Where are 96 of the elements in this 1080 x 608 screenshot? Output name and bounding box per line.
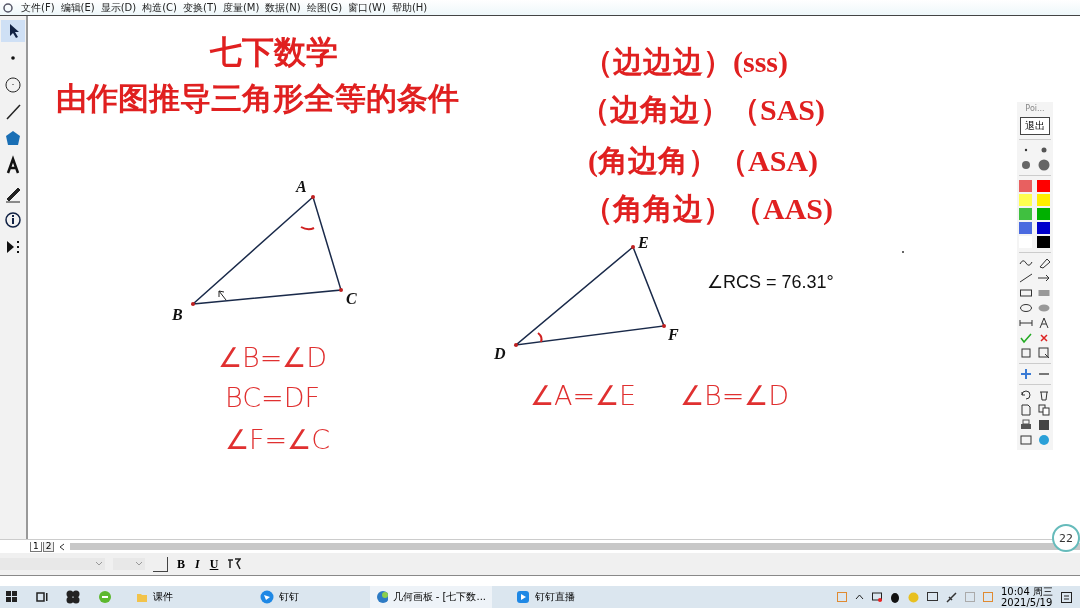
taskbar-item[interactable]: 课件 <box>130 586 212 608</box>
cursor-icon <box>218 290 227 301</box>
format-button[interactable]: I <box>194 556 201 572</box>
vertex-point <box>311 195 315 199</box>
large-dot-icon[interactable] <box>1019 159 1033 171</box>
vertex-point <box>514 343 518 347</box>
handwritten-note: BC=DF <box>225 382 320 413</box>
trash-icon[interactable] <box>1037 389 1051 401</box>
palette-title: Poi... <box>1025 104 1045 113</box>
clock-time[interactable]: 10:04 周三 <box>1001 586 1053 597</box>
congruence-rule: （边边边）(sss) <box>583 44 788 80</box>
eraser-icon[interactable] <box>1037 257 1051 269</box>
clover-icon[interactable] <box>66 590 80 604</box>
zoom-icon[interactable] <box>1037 347 1051 359</box>
menu-item[interactable]: 编辑(E) <box>60 0 95 15</box>
task-view-icon[interactable] <box>36 591 48 603</box>
angle-mark <box>300 226 315 231</box>
color-swatch[interactable] <box>1037 222 1050 234</box>
floating-badge[interactable]: 22 <box>1052 524 1080 552</box>
check-icon[interactable] <box>1019 332 1033 344</box>
menu-item[interactable]: 度量(M) <box>222 0 260 15</box>
handwritten-note: ∠A=∠E <box>530 380 637 411</box>
menu-item[interactable]: 构造(C) <box>142 0 177 15</box>
printer-icon[interactable] <box>1019 419 1033 431</box>
scroll-left-icon[interactable] <box>58 541 67 552</box>
title: 七下数学 <box>210 32 338 73</box>
larger-dot-icon[interactable] <box>1037 159 1051 171</box>
vertex-label: F <box>668 326 679 343</box>
congruence-rule: (角边角）（ASA) <box>588 143 818 179</box>
menu-item[interactable]: 文件(F) <box>21 0 55 15</box>
clock-date[interactable]: 2021/5/19 <box>1001 597 1053 608</box>
screen-icon[interactable] <box>927 592 938 602</box>
segment-icon[interactable] <box>1019 317 1033 329</box>
chat-app-icon[interactable] <box>260 590 274 604</box>
color-swatch[interactable] <box>1037 208 1050 220</box>
format-button[interactable]: B <box>176 556 186 572</box>
vertex-label: A <box>296 178 307 195</box>
color-swatch[interactable] <box>1019 222 1032 234</box>
menu-item[interactable]: 变换(T) <box>183 0 217 15</box>
vertex-point <box>631 245 635 249</box>
menu-item[interactable]: 显示(D) <box>100 0 137 15</box>
page-icon[interactable] <box>1019 404 1033 416</box>
angle-mark <box>537 332 543 343</box>
menu-item[interactable]: 绘图(G) <box>306 0 343 15</box>
taskbar-item[interactable]: 钉钉直播 <box>510 586 612 608</box>
text-icon[interactable] <box>1037 317 1051 329</box>
move-icon[interactable] <box>1019 368 1033 380</box>
format-button[interactable]: U <box>208 556 220 572</box>
menu-item[interactable]: 窗口(W) <box>348 0 386 15</box>
menu-item[interactable]: 数据(N) <box>265 0 301 15</box>
page-tab[interactable]: 1 <box>30 541 42 552</box>
undo-icon[interactable] <box>1019 389 1033 401</box>
monitor-icon[interactable] <box>872 592 882 602</box>
cross-icon[interactable] <box>1037 332 1051 344</box>
line-icon[interactable] <box>1019 272 1033 284</box>
taskbar-item[interactable]: 几何画板 - [七下数... <box>370 586 492 608</box>
vertex-point <box>191 302 195 306</box>
color-swatch[interactable] <box>1037 180 1050 192</box>
vertex-point <box>662 324 666 328</box>
ellipse-icon[interactable] <box>1019 302 1033 314</box>
arrow-tool-icon[interactable] <box>1 20 25 42</box>
horizontal-scrollbar[interactable] <box>70 543 1080 550</box>
color-swatch[interactable] <box>1019 208 1032 220</box>
arrow-icon[interactable] <box>1037 272 1051 284</box>
congruence-rule: （边角边）（SAS) <box>580 92 826 128</box>
curve-icon[interactable] <box>1019 257 1033 269</box>
chevron-up-icon[interactable] <box>855 594 864 600</box>
subtitle: 由作图推导三角形全等的条件 <box>56 79 459 118</box>
color-swatch[interactable] <box>1037 194 1050 206</box>
window-icon[interactable] <box>1019 434 1033 446</box>
handwritten-note: ∠B=∠D <box>680 380 790 411</box>
copy-icon[interactable] <box>1037 404 1051 416</box>
taskbar-item[interactable]: 钉钉 <box>230 586 352 608</box>
color-swatch[interactable] <box>1019 194 1032 206</box>
symbol-icon[interactable] <box>227 557 242 571</box>
page-tab[interactable]: 2 <box>42 541 55 552</box>
congruence-rule: （角角边）（AAS) <box>583 191 833 227</box>
notification-icon[interactable] <box>1061 591 1072 603</box>
exit-button[interactable]: 退出 <box>1020 117 1050 135</box>
rectangle-icon[interactable] <box>1019 287 1033 299</box>
start-icon[interactable] <box>6 591 18 603</box>
handwritten-note: ∠B=∠D <box>218 342 328 373</box>
vertex-label: C <box>346 290 357 307</box>
app-icon[interactable] <box>3 2 13 13</box>
angle-measurement: ∠RCS = 76.31° <box>707 271 834 293</box>
vertex-label: D <box>494 345 506 362</box>
vertex-label: B <box>172 306 183 323</box>
color-button[interactable] <box>153 556 168 572</box>
vertex-point <box>339 288 343 292</box>
sketchpad-app-icon[interactable] <box>376 590 388 604</box>
menu-item[interactable]: 帮助(H) <box>391 0 428 15</box>
vertex-label: E <box>638 234 649 251</box>
color-swatch[interactable] <box>1019 180 1032 192</box>
color-swatch[interactable] <box>1037 236 1050 248</box>
handwritten-note: ∠F=∠C <box>225 424 330 455</box>
play-icon[interactable] <box>516 590 530 604</box>
